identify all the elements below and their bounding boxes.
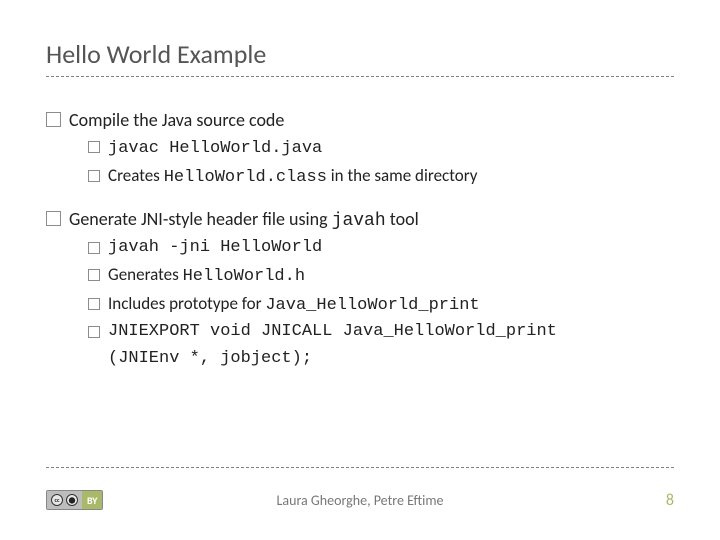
code-text: HelloWorld.h	[183, 267, 305, 286]
code-continuation: (JNIEnv *, jobject);	[108, 347, 674, 372]
code-text: JNIEXPORT void JNICALL Java_HelloWorld_p…	[108, 320, 557, 345]
slide-title: Hello World Example	[46, 38, 674, 70]
plain-text: tool	[386, 208, 419, 230]
sub-bullet: JNIEXPORT void JNICALL Java_HelloWorld_p…	[88, 320, 674, 345]
bullet-head-1: Compile the Java source code	[46, 107, 674, 133]
square-bullet-icon	[88, 298, 100, 310]
square-bullet-icon	[88, 170, 100, 182]
square-bullet-icon	[88, 242, 100, 254]
code-text: HelloWorld.class	[164, 168, 327, 187]
code-text: javac HelloWorld.java	[108, 139, 322, 158]
sub-bullet: Includes prototype for Java_HelloWorld_p…	[88, 292, 674, 319]
sub-bullet: Generates HelloWorld.h	[88, 263, 674, 290]
bullet-text: Compile the Java source code	[69, 107, 284, 133]
sub-bullets-2: javah -jni HelloWorld Generates HelloWor…	[88, 236, 674, 345]
plain-text: Generate JNI-style header file using	[69, 208, 332, 230]
code-text: javah	[332, 211, 386, 231]
sub-bullet-text: Generates HelloWorld.h	[108, 263, 305, 290]
square-bullet-icon	[46, 211, 61, 226]
bullet-section-1: Compile the Java source code javac Hello…	[46, 107, 674, 190]
sub-bullet: Creates HelloWorld.class in the same dir…	[88, 164, 674, 191]
plain-text: Includes prototype for	[108, 293, 265, 314]
code-text: javah -jni HelloWorld	[108, 236, 322, 261]
bullet-head-2: Generate JNI-style header file using jav…	[46, 206, 674, 234]
plain-text: in the same directory	[327, 165, 478, 186]
sub-bullet-text: javac HelloWorld.java	[108, 135, 322, 162]
sub-bullet-text: Includes prototype for Java_HelloWorld_p…	[108, 292, 480, 319]
slide: Hello World Example Compile the Java sou…	[0, 0, 720, 540]
title-divider	[46, 76, 674, 77]
sub-bullet: javac HelloWorld.java	[88, 135, 674, 162]
footer-authors: Laura Gheorghe, Petre Eftime	[0, 492, 720, 509]
slide-content: Compile the Java source code javac Hello…	[46, 107, 674, 372]
square-bullet-icon	[88, 269, 100, 281]
sub-bullets-1: javac HelloWorld.java Creates HelloWorld…	[88, 135, 674, 190]
square-bullet-icon	[88, 141, 100, 153]
plain-text: Generates	[108, 264, 183, 285]
plain-text: Creates	[108, 165, 164, 186]
square-bullet-icon	[46, 112, 61, 127]
code-text: Java_HelloWorld_print	[265, 296, 479, 315]
sub-bullet-text: Creates HelloWorld.class in the same dir…	[108, 164, 477, 191]
slide-footer: cc ⬤ BY Laura Gheorghe, Petre Eftime 8	[0, 480, 720, 520]
bullet-text: Generate JNI-style header file using jav…	[69, 206, 419, 234]
square-bullet-icon	[88, 326, 100, 338]
footer-divider	[46, 467, 674, 468]
sub-bullet: javah -jni HelloWorld	[88, 236, 674, 261]
bullet-section-2: Generate JNI-style header file using jav…	[46, 206, 674, 371]
